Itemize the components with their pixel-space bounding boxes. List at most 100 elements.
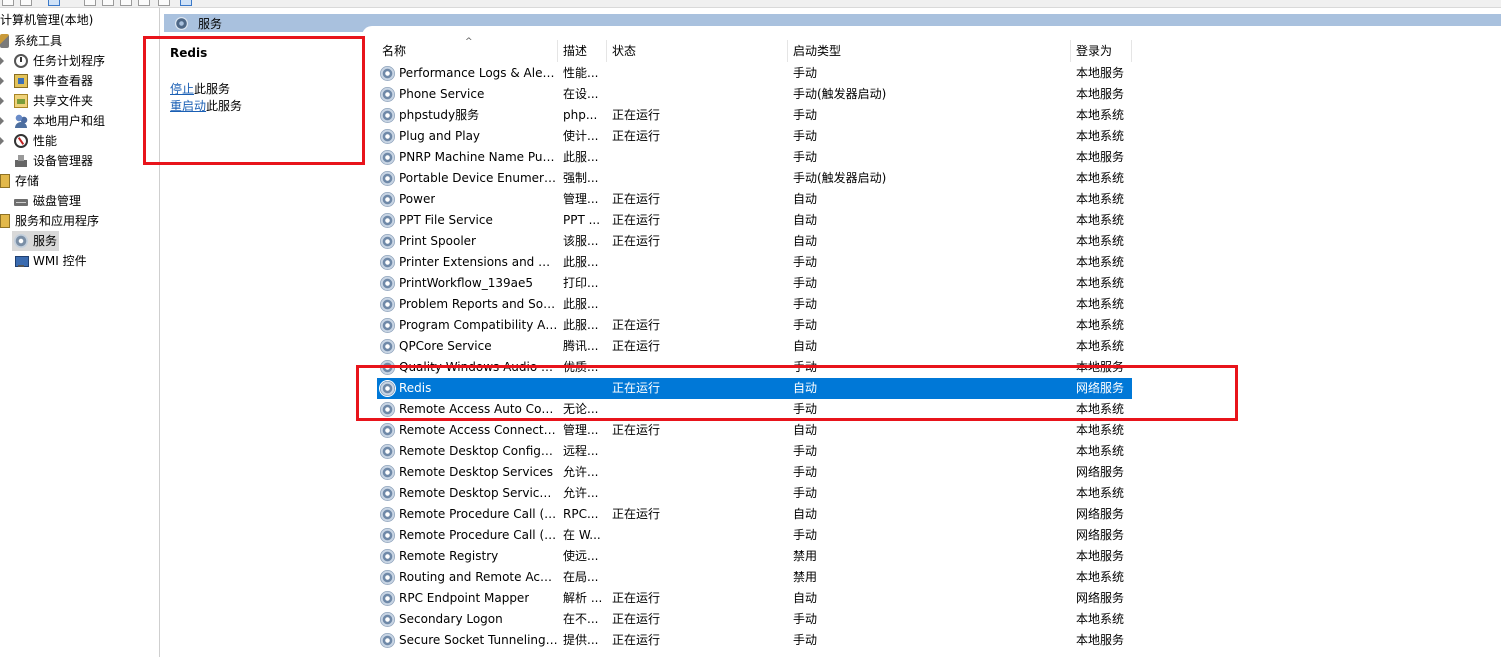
table-row[interactable]: Remote Desktop Services 允许... 手动 网络服务 <box>377 462 1132 483</box>
table-row[interactable]: Remote Procedure Call (RPC) RPC... 正在运行 自动 网… <box>377 504 1132 525</box>
tree-item-event-viewer[interactable]: 事件查看器 <box>0 71 93 91</box>
toolbar-button[interactable] <box>20 0 32 6</box>
tree-item-services-and-applications[interactable]: 服务和应用程序 <box>0 211 99 231</box>
service-name: RPC Endpoint Mapper <box>399 591 530 605</box>
service-startup-type: 禁用 <box>793 549 818 563</box>
annotation-box-redis-row <box>356 365 1238 421</box>
service-logon-as: 本地系统 <box>1076 129 1125 143</box>
toolbar-button[interactable] <box>84 0 96 6</box>
service-logon-as: 本地系统 <box>1076 318 1125 332</box>
service-description: 管理... <box>563 423 599 437</box>
toolbar-button[interactable] <box>120 0 132 6</box>
table-row[interactable]: PPT File Service PPT ... 正在运行 自动 本地系统 <box>377 210 1132 231</box>
column-header-label: 启动类型 <box>793 44 842 58</box>
service-description: 在设... <box>563 87 599 101</box>
column-header-name[interactable]: 名称 ^ <box>377 38 558 62</box>
tree-item-local-users-groups[interactable]: 本地用户和组 <box>0 111 105 131</box>
service-name: Remote Procedure Call (RPC) <box>399 507 558 521</box>
table-row[interactable]: Performance Logs & Alerts 性能... 手动 本地服务 <box>377 63 1132 84</box>
service-name-cell: Program Compatibility Assistant Service <box>377 315 558 336</box>
service-logon-as: 本地系统 <box>1076 297 1125 311</box>
table-row[interactable]: Remote Desktop Services UserMode Port Re… <box>377 483 1132 504</box>
column-header-label: 描述 <box>563 44 588 58</box>
tree-item-device-manager[interactable]: 设备管理器 <box>0 151 93 171</box>
service-status <box>612 441 787 462</box>
service-status <box>612 525 787 546</box>
toolbar-button[interactable] <box>102 0 114 6</box>
service-name-cell: QPCore Service <box>377 336 558 357</box>
service-name: Problem Reports and Solutions Control Pa… <box>399 297 558 311</box>
service-startup-type: 手动 <box>793 633 818 647</box>
table-row[interactable]: Remote Desktop Configuration 远程... 手动 本地系统 <box>377 441 1132 462</box>
toolbar-button[interactable] <box>180 0 192 6</box>
expand-arrow-icon[interactable] <box>0 117 6 125</box>
service-startup-type: 手动 <box>793 255 818 269</box>
table-row[interactable]: Problem Reports and Solutions Control Pa… <box>377 294 1132 315</box>
service-name: Plug and Play <box>399 129 481 143</box>
tree-item-system-tools[interactable]: 系统工具 <box>0 31 62 51</box>
toolbar-button[interactable] <box>138 0 150 6</box>
service-gear-icon <box>380 549 395 564</box>
table-row[interactable]: Plug and Play 使计... 正在运行 手动 本地系统 <box>377 126 1132 147</box>
service-description: 强制... <box>563 171 599 185</box>
column-header-description[interactable]: 描述 <box>558 40 607 62</box>
service-description: 远程... <box>563 444 599 458</box>
service-description: php... <box>563 108 598 122</box>
service-gear-icon <box>380 234 395 249</box>
service-status: 正在运行 <box>612 192 661 206</box>
toolbar-button[interactable] <box>158 0 170 6</box>
tree-item-task-scheduler[interactable]: 任务计划程序 <box>0 51 105 71</box>
service-gear-icon <box>380 87 395 102</box>
service-status <box>612 273 787 294</box>
expand-arrow-icon[interactable] <box>0 97 6 105</box>
table-row[interactable]: Power 管理... 正在运行 自动 本地系统 <box>377 189 1132 210</box>
toolbar-button[interactable] <box>2 0 14 6</box>
column-header-logon-as[interactable]: 登录为 <box>1071 40 1132 62</box>
column-header-startup-type[interactable]: 启动类型 <box>788 40 1071 62</box>
table-row[interactable]: Phone Service 在设... 手动(触发器启动) 本地服务 <box>377 84 1132 105</box>
table-row[interactable]: Remote Procedure Call (RPC) Locator 在 W..… <box>377 525 1132 546</box>
tree-item-disk-management[interactable]: 磁盘管理 <box>0 191 81 211</box>
service-name: Secure Socket Tunneling Protocol Service <box>399 633 558 647</box>
table-row[interactable]: Secondary Logon 在不... 正在运行 手动 本地系统 <box>377 609 1132 630</box>
table-row[interactable]: Portable Device Enumerator Service 强制... 手… <box>377 168 1132 189</box>
table-row[interactable]: PrintWorkflow_139ae5 打印... 手动 本地系统 <box>377 273 1132 294</box>
tree-item-storage[interactable]: 存储 <box>0 171 39 191</box>
tree-item-shared-folders[interactable]: 共享文件夹 <box>0 91 93 111</box>
expand-arrow-icon[interactable] <box>0 57 6 65</box>
table-row[interactable]: Remote Registry 使远... 禁用 本地服务 <box>377 546 1132 567</box>
expand-arrow-icon[interactable] <box>0 77 6 85</box>
tree-item-services[interactable]: 服务 <box>12 231 60 251</box>
service-logon-as: 本地服务 <box>1076 549 1125 563</box>
table-row[interactable]: Program Compatibility Assistant Service 此… <box>377 315 1132 336</box>
service-status: 正在运行 <box>612 633 661 647</box>
table-row[interactable]: Print Spooler 该服... 正在运行 自动 本地系统 <box>377 231 1132 252</box>
table-row[interactable]: Routing and Remote Access 在局... 禁用 本地系统 <box>377 567 1132 588</box>
table-row[interactable]: Printer Extensions and Notifications 此服..… <box>377 252 1132 273</box>
service-logon-as: 网络服务 <box>1076 591 1125 605</box>
service-startup-type: 手动 <box>793 150 818 164</box>
expand-arrow-icon[interactable] <box>0 137 6 145</box>
service-logon-as: 本地系统 <box>1076 108 1125 122</box>
service-logon-as: 本地系统 <box>1076 192 1125 206</box>
toolbar-button[interactable] <box>48 0 60 6</box>
service-description: 该服... <box>563 234 599 248</box>
service-name: Remote Desktop Services <box>399 465 554 479</box>
table-row[interactable]: RPC Endpoint Mapper 解析 ... 正在运行 自动 网络服务 <box>377 588 1132 609</box>
service-name: QPCore Service <box>399 339 492 353</box>
table-row[interactable]: PNRP Machine Name Publication Service 此服.… <box>377 147 1132 168</box>
tree-root-computer-management[interactable]: 计算机管理(本地) <box>0 10 93 30</box>
table-row[interactable]: QPCore Service 腾讯... 正在运行 自动 本地系统 <box>377 336 1132 357</box>
column-header-status[interactable]: 状态 <box>607 40 788 62</box>
tree-item-performance[interactable]: 性能 <box>0 131 57 151</box>
service-status <box>612 84 787 105</box>
service-name: Routing and Remote Access <box>399 570 558 584</box>
table-row[interactable]: Remote Access Connection Manager 管理... 正在运… <box>377 420 1132 441</box>
table-row[interactable]: Secure Socket Tunneling Protocol Service… <box>377 630 1132 651</box>
service-logon-as: 网络服务 <box>1076 528 1125 542</box>
tree-item-wmi-control[interactable]: WMI 控件 <box>0 251 87 271</box>
service-description: 腾讯... <box>563 339 599 353</box>
table-row[interactable]: phpstudy服务 php... 正在运行 手动 本地系统 <box>377 105 1132 126</box>
tree-item-label: 事件查看器 <box>33 74 94 88</box>
service-gear-icon <box>380 108 395 123</box>
